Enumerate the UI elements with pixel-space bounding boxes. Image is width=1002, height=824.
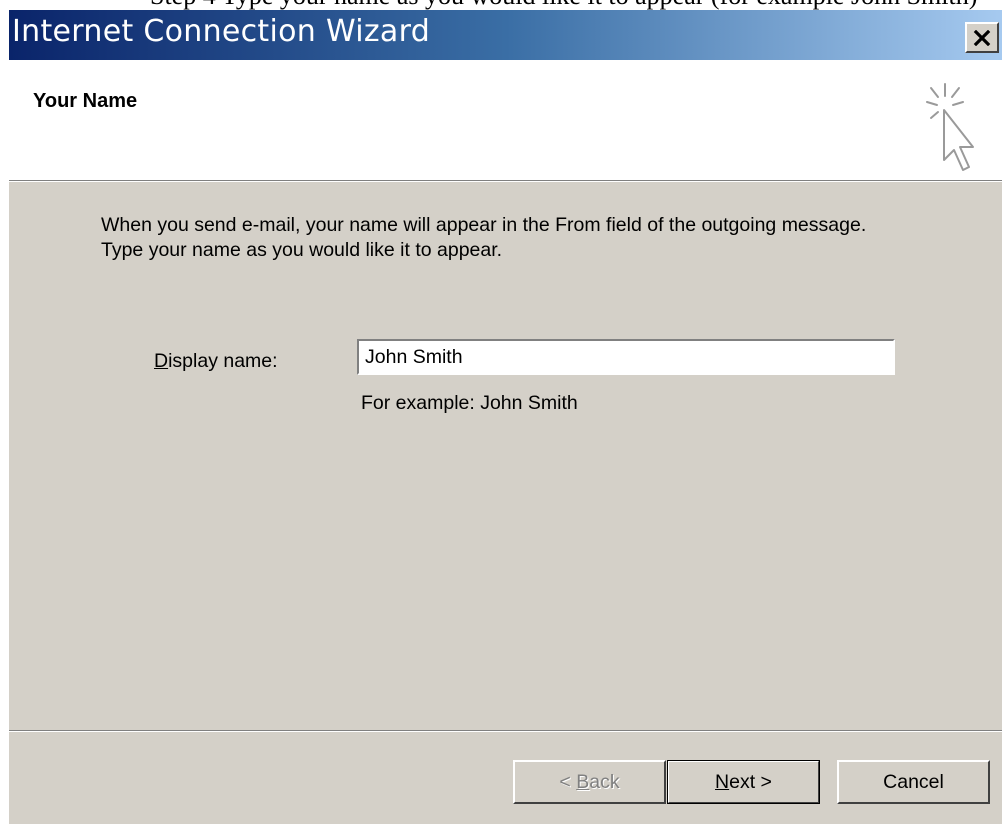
footer-separator (9, 730, 1002, 732)
display-name-field[interactable] (356, 338, 896, 376)
next-label: ext > (729, 770, 772, 793)
description-line: Type your name as you would like it to a… (101, 239, 503, 261)
wizard-cursor-icon (926, 83, 974, 171)
back-accelerator: B (576, 770, 590, 793)
back-prefix: < (559, 770, 577, 793)
display-name-label: Display name: (154, 350, 278, 373)
page-title: Your Name (33, 90, 138, 112)
wizard-header: Your Name (9, 60, 1002, 180)
document-text-fragment: Step 4 Type your name as you would like … (0, 0, 1002, 10)
label-text: isplay name: (168, 350, 278, 372)
next-accelerator: N (715, 770, 730, 793)
next-button[interactable]: Next > (667, 760, 820, 804)
close-button[interactable] (965, 22, 999, 53)
back-label: ack (589, 770, 620, 793)
title-bar[interactable]: Internet Connection Wizard (9, 10, 1002, 60)
header-separator (9, 180, 1002, 182)
wizard-dialog: Internet Connection Wizard Your Name Whe… (8, 10, 1002, 824)
cancel-label: Cancel (883, 770, 944, 793)
description-text: When you send e-mail, your name will app… (101, 213, 961, 263)
window-title: Internet Connection Wizard (12, 14, 431, 49)
close-icon (973, 29, 991, 46)
example-hint: For example: John Smith (361, 392, 578, 414)
description-line: When you send e-mail, your name will app… (101, 214, 867, 236)
label-accelerator: D (154, 350, 169, 372)
cancel-button[interactable]: Cancel (837, 760, 990, 804)
back-button[interactable]: < Back (513, 760, 666, 804)
